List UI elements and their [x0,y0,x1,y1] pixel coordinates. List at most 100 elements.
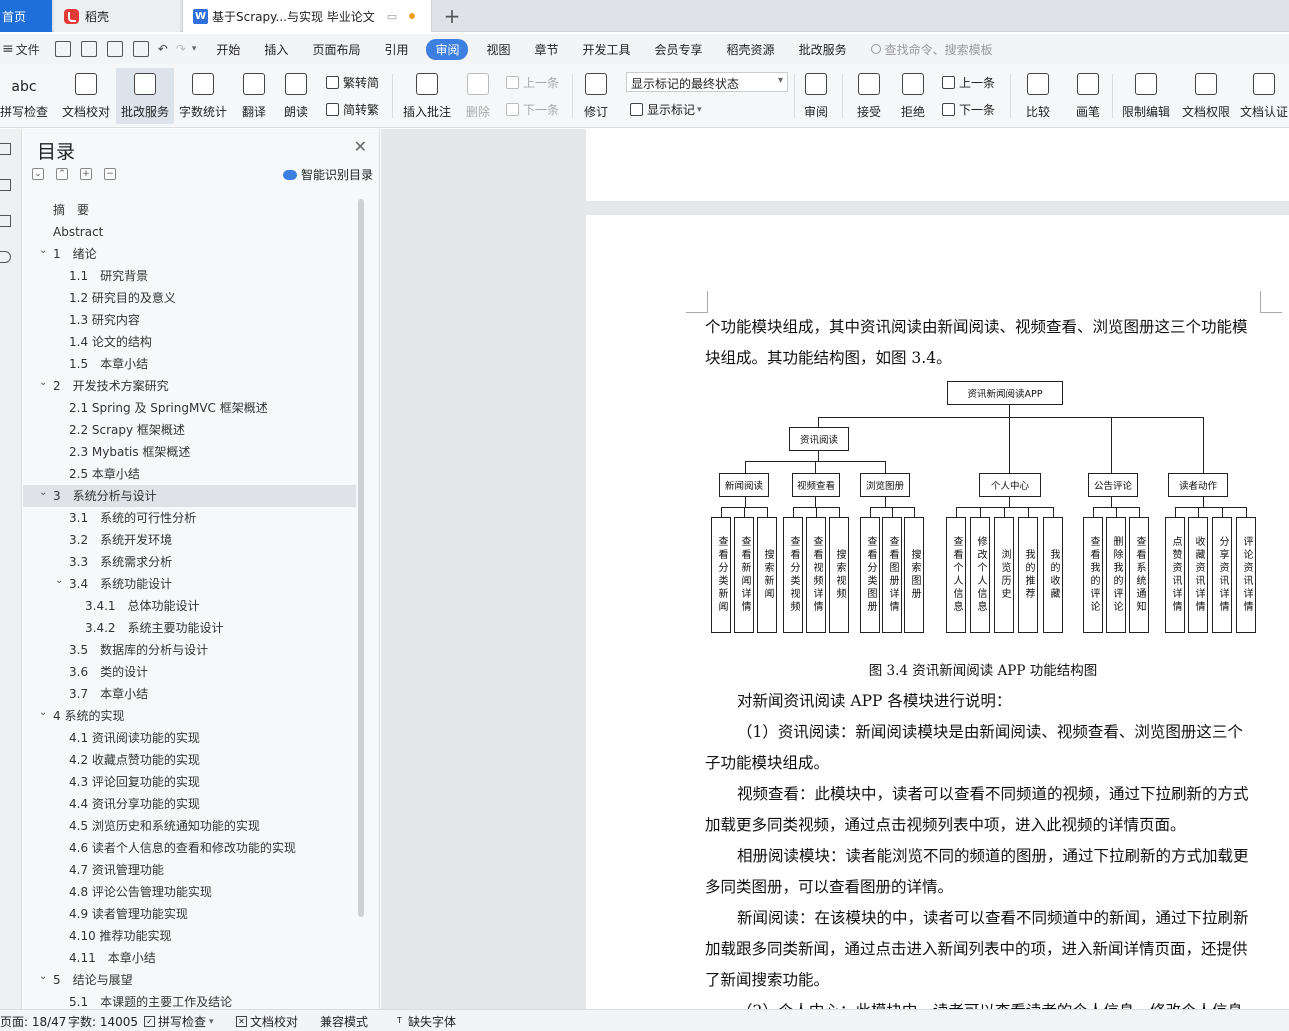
menu-page-layout[interactable]: 页面布局 [300,41,372,58]
review-pane-button[interactable]: 审阅 [796,68,836,124]
menu-view[interactable]: 视图 [474,41,522,58]
toc-item[interactable]: 2.1 Spring 及 SpringMVC 框架概述 [23,397,356,419]
export-icon[interactable] [80,41,97,57]
doc-cert-button[interactable]: 文档认证 [1236,68,1289,124]
toc-item[interactable]: 2.2 Scrapy 框架概述 [23,419,356,441]
tab-window-icon[interactable]: ▭ [387,10,397,23]
toc-panel-icon[interactable] [0,143,11,155]
menu-review[interactable]: 审阅 [426,38,469,60]
display-markup-select[interactable]: 显示标记的最终状态 [626,72,788,92]
toc-item[interactable]: 4.2 收藏点赞功能的实现 [23,749,356,771]
doc-check-button[interactable]: 文档校对 [58,68,114,124]
toc-item[interactable]: 4.10 推荐功能实现 [23,925,356,947]
correction-service-button[interactable]: 批改服务 [116,68,174,124]
toc-item[interactable]: 摘 要 [23,199,356,221]
prev-change-button[interactable]: 上一条 [942,74,995,91]
toc-item[interactable]: 4.3 评论回复功能的实现 [23,771,356,793]
find-icon[interactable] [0,251,11,263]
toc-item[interactable]: 3.1 系统的可行性分析 [23,507,356,529]
remove-heading-icon[interactable]: − [104,168,116,180]
toc-item[interactable]: 3.4.1 总体功能设计 [23,595,356,617]
toc-item[interactable]: 2.5 本章小结 [23,463,356,485]
redo-icon[interactable]: ↷ [176,42,186,56]
tab-home[interactable]: 首页 [0,0,52,32]
show-markup-button[interactable]: 显示标记 ▾ [630,101,702,118]
menu-member[interactable]: 会员专享 [643,41,715,58]
toc-item[interactable]: 3.3 系统需求分析 [23,551,356,573]
menu-developer[interactable]: 开发工具 [571,41,643,58]
track-changes-button[interactable]: 修订 [578,68,614,124]
toc-item[interactable]: 4.1 资讯阅读功能的实现 [23,727,356,749]
trad-to-simp-button[interactable]: 繁转简 [326,74,379,91]
doc-permission-button[interactable]: 文档权限 [1178,68,1234,124]
chevron-down-icon[interactable]: ⌄ [39,240,47,262]
menu-reference[interactable]: 引用 [372,41,420,58]
print-icon[interactable] [106,41,123,57]
chevron-down-icon[interactable]: ⌄ [55,570,63,592]
chevron-down-icon[interactable]: ⌄ [39,372,47,394]
toc-item[interactable]: 4.4 资讯分享功能的实现 [23,793,356,815]
smart-toc-button[interactable]: 智能识别目录 [282,166,373,183]
chapter-panel-icon[interactable] [0,179,11,191]
toc-item[interactable]: 1.4 论文的结构 [23,331,356,353]
next-comment-button[interactable]: 下一条 [506,101,559,118]
command-search[interactable]: 查找命令、搜索模板 [870,41,993,58]
menu-start[interactable]: 开始 [204,41,252,58]
tab-daoke[interactable]: 稻壳 [54,0,180,32]
toc-item[interactable]: 4.9 读者管理功能实现 [23,903,356,925]
toc-item[interactable]: 1.1 研究背景 [23,265,356,287]
word-count-button[interactable]: 字数统计 [176,68,230,124]
toc-scrollbar[interactable] [357,199,365,979]
menu-chapter[interactable]: 章节 [523,41,571,58]
menu-file[interactable]: 文件 [14,41,50,58]
reject-button[interactable]: 拒绝 [894,68,932,124]
pen-button[interactable]: 画笔 [1070,68,1106,124]
menu-insert[interactable]: 插入 [252,41,300,58]
accept-button[interactable]: 接受 [850,68,888,124]
tab-document[interactable]: W 基于Scrapy...与实现 毕业论文 ▭ [182,0,432,32]
print-preview-icon[interactable] [132,41,149,57]
toc-item[interactable]: 4.8 评论公告管理功能实现 [23,881,356,903]
hamburger-icon[interactable]: ≡ [0,41,14,57]
toc-item[interactable]: ⌄ 3.4 系统功能设计 [23,573,356,595]
page-indicator[interactable]: 页面: 18/47 [0,1013,66,1030]
toc-item[interactable]: ⌄ 4 系统的实现 [23,705,356,727]
status-doc-check[interactable]: ✕ 文档校对 [236,1013,298,1030]
toc-item[interactable]: 1.2 研究目的及意义 [23,287,356,309]
toc-item[interactable]: 3.7 本章小结 [23,683,356,705]
document-page[interactable]: 个功能模块组成，其中资讯阅读由新闻阅读、视频查看、浏览图册这三个功能模 块组成。… [586,215,1289,1009]
spell-check-button[interactable]: abc 拼写检查 [0,68,54,124]
restrict-edit-button[interactable]: 限制编辑 [1118,68,1174,124]
next-change-button[interactable]: 下一条 [942,101,995,118]
chevron-down-icon[interactable]: ⌄ [39,966,47,988]
menu-daoke-resources[interactable]: 稻壳资源 [715,41,787,58]
toc-item[interactable]: 4.11 本章小结 [23,947,356,969]
chevron-down-icon[interactable]: ⌄ [39,482,47,504]
read-aloud-button[interactable]: 朗读 [278,68,314,124]
toc-item[interactable]: 3.6 类的设计 [23,661,356,683]
prev-comment-button[interactable]: 上一条 [506,74,559,91]
toc-item[interactable]: 3.2 系统开发环境 [23,529,356,551]
save-icon[interactable] [54,41,71,57]
status-spell-check[interactable]: ✓ 拼写检查 ▾ [144,1013,214,1030]
toc-item[interactable]: 1.3 研究内容 [23,309,356,331]
toc-item[interactable]: ⌄ 2 开发技术方案研究 [23,375,356,397]
menu-correction[interactable]: 批改服务 [787,41,859,58]
compare-button[interactable]: 比较 [1018,68,1058,124]
toc-item[interactable]: 4.7 资讯管理功能 [23,859,356,881]
collapse-all-icon[interactable]: ⌄ [32,168,44,180]
toc-item[interactable]: 2.3 Mybatis 框架概述 [23,441,356,463]
add-heading-icon[interactable]: + [80,168,92,180]
bookmark-icon[interactable] [0,215,11,227]
toc-item[interactable]: ⌄ 3 系统分析与设计 [23,485,356,507]
delete-comment-button[interactable]: 删除 [458,68,498,124]
toc-item[interactable]: ⌄ 1 绪论 [23,243,356,265]
toc-item[interactable]: ⌄ 5 结论与展望 [23,969,356,991]
close-icon[interactable]: ✕ [354,137,367,156]
undo-icon[interactable]: ↶ [158,42,168,56]
translate-button[interactable]: 翻译 [234,68,274,124]
simp-to-trad-button[interactable]: 简转繁 [326,101,379,118]
toc-item[interactable]: Abstract [23,221,356,243]
expand-all-icon[interactable]: ⌃ [56,168,68,180]
toc-item[interactable]: 3.5 数据库的分析与设计 [23,639,356,661]
